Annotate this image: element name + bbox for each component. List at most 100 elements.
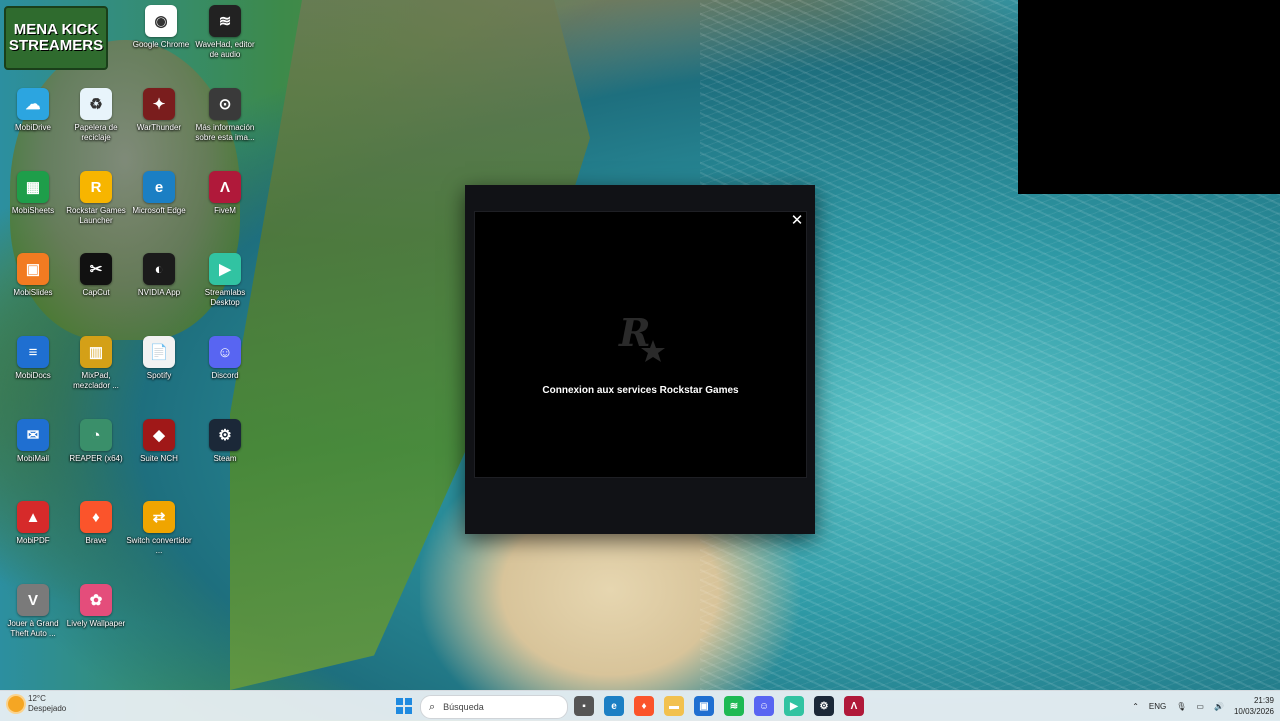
desktop-shortcut[interactable]: ▶ Streamlabs Desktop xyxy=(192,253,258,308)
desktop-shortcut[interactable]: ▦ MobiSheets xyxy=(0,171,66,216)
folder-task-icon[interactable]: ▬ xyxy=(664,696,684,716)
desktop-shortcut[interactable]: ✂ CapCut xyxy=(63,253,129,298)
desktop-shortcut-label: Papelera de reciclaje xyxy=(74,123,118,142)
desktop-shortcut-label: Rockstar Games Launcher xyxy=(66,206,126,225)
desktop-shortcut[interactable]: ◔ REAPER (x64) xyxy=(63,419,129,464)
desktop-shortcut-label: MobiMail xyxy=(16,454,49,463)
mobipdf-icon: ▲ xyxy=(17,501,49,533)
lively-icon: ✿ xyxy=(80,584,112,616)
volume-icon[interactable]: 🔊 xyxy=(1214,702,1224,711)
close-icon[interactable]: ✕ xyxy=(789,213,805,229)
desktop-shortcut[interactable]: ✉ MobiMail xyxy=(0,419,66,464)
edge-icon: e xyxy=(143,171,175,203)
store-task-icon[interactable]: ▣ xyxy=(694,696,714,716)
weather-desc: Despejado xyxy=(28,704,67,713)
search-placeholder: Búsqueda xyxy=(443,702,484,712)
fivem-task-icon[interactable]: Λ xyxy=(844,696,864,716)
desktop-shortcut[interactable]: ✿ Lively Wallpaper xyxy=(63,584,129,629)
desktop-shortcut-label: WarThunder xyxy=(136,123,182,132)
desktop-shortcut[interactable]: ♻ Papelera de reciclaje xyxy=(63,88,129,143)
black-overlay-window xyxy=(1018,0,1280,194)
wavepad-icon: ≋ xyxy=(209,5,241,37)
desktop-shortcut[interactable]: ▲ MobiPDF xyxy=(0,501,66,546)
desktop-shortcut[interactable]: 📄 Spotify xyxy=(126,336,192,381)
spotify-task-icon[interactable]: ≋ xyxy=(724,696,744,716)
desktop-shortcut[interactable]: ◐ NVIDIA App xyxy=(126,253,192,298)
reaper-icon: ◔ xyxy=(80,419,112,451)
desktop-shortcut[interactable]: ✦ WarThunder xyxy=(126,88,192,133)
desktop-shortcut[interactable]: ☁ MobiDrive xyxy=(0,88,66,133)
nvidia-icon: ◐ xyxy=(143,253,175,285)
desktop-shortcut[interactable]: ◉ Google Chrome xyxy=(128,5,194,50)
desktop-shortcut[interactable]: ⇄ Switch convertidor ... xyxy=(126,501,192,556)
desktop-shortcut[interactable]: ⚙ Steam xyxy=(192,419,258,464)
desktop-shortcut-label: Suite NCH xyxy=(140,454,178,463)
file-explorer-task-icon[interactable]: ▪ xyxy=(574,696,594,716)
fivem-icon: Λ xyxy=(209,171,241,203)
desktop-shortcut[interactable]: ⊙ Más información sobre esta ima... xyxy=(192,88,258,143)
desktop-shortcut[interactable]: ♦ Brave xyxy=(63,501,129,546)
streamlabs-icon: ▶ xyxy=(209,253,241,285)
rockstar-logo-icon: R xyxy=(618,310,665,362)
system-tray: ⌃ ENG 🎙 ▭ 🔊 21:39 10/03/2026 xyxy=(1132,691,1274,721)
desktop-shortcut-label: Brave xyxy=(85,536,107,545)
mobisheets-icon: ▦ xyxy=(17,171,49,203)
search-box[interactable]: ⌕ Búsqueda xyxy=(420,695,568,719)
weather-temp: 12°C xyxy=(28,694,46,703)
desktop-shortcut-label: MobiDrive xyxy=(14,123,51,132)
desktop-shortcut-label: Más información sobre esta ima... xyxy=(195,123,255,142)
desktop-shortcut-label: Switch convertidor ... xyxy=(126,536,192,555)
dialog-content: R Connexion aux services Rockstar Games xyxy=(474,211,807,478)
rockstar-icon: R xyxy=(80,171,112,203)
warthunder-icon: ✦ xyxy=(143,88,175,120)
recycle-bin-icon: ♻ xyxy=(80,88,112,120)
desktop-shortcut[interactable]: R Rockstar Games Launcher xyxy=(63,171,129,226)
nch-suite-icon: ◆ xyxy=(143,419,175,451)
desktop-shortcut[interactable]: Λ FiveM xyxy=(192,171,258,216)
start-button[interactable] xyxy=(396,698,412,714)
desktop-shortcut[interactable]: ☺ Discord xyxy=(192,336,258,381)
info-icon: ⊙ xyxy=(209,88,241,120)
desktop-shortcut[interactable]: ◆ Suite NCH xyxy=(126,419,192,464)
streamlabs-task-icon[interactable]: ▶ xyxy=(784,696,804,716)
desktop-shortcut-label: Microsoft Edge xyxy=(132,206,186,215)
brave-task-icon[interactable]: ♦ xyxy=(634,696,654,716)
mobidrive-icon: ☁ xyxy=(17,88,49,120)
desktop-shortcut[interactable]: V Jouer à Grand Theft Auto ... xyxy=(0,584,66,639)
steam-task-icon[interactable]: ⚙ xyxy=(814,696,834,716)
clock-date: 10/03/2026 xyxy=(1233,707,1274,716)
logo-line1: MENA KICK xyxy=(13,21,99,38)
edge-task-icon[interactable]: e xyxy=(604,696,624,716)
microphone-icon[interactable]: 🎙 xyxy=(1176,702,1186,711)
discord-icon: ☺ xyxy=(209,336,241,368)
steam-icon: ⚙ xyxy=(209,419,241,451)
network-icon[interactable]: ▭ xyxy=(1196,702,1204,711)
desktop-shortcut-label: MixPad, mezclador ... xyxy=(73,371,119,390)
language-indicator[interactable]: ENG xyxy=(1149,702,1166,711)
discord-task-icon[interactable]: ☺ xyxy=(754,696,774,716)
clock-time: 21:39 xyxy=(1253,696,1274,705)
desktop-shortcut-label: Lively Wallpaper xyxy=(66,619,126,628)
desktop-shortcut-label: MobiPDF xyxy=(16,536,50,545)
desktop-shortcut-label: Streamlabs Desktop xyxy=(204,288,246,307)
desktop-shortcut-label: MobiSlides xyxy=(13,288,53,297)
search-icon: ⌕ xyxy=(429,700,436,713)
mobidocs-icon: ≡ xyxy=(17,336,49,368)
chrome-icon: ◉ xyxy=(145,5,177,37)
desktop-shortcut[interactable]: e Microsoft Edge xyxy=(126,171,192,216)
gta-icon: V xyxy=(17,584,49,616)
desktop-shortcut-label: Discord xyxy=(211,371,239,380)
desktop-shortcut[interactable]: ≡ MobiDocs xyxy=(0,336,66,381)
chevron-up-icon[interactable]: ⌃ xyxy=(1132,702,1139,711)
desktop-shortcut[interactable]: ▥ MixPad, mezclador ... xyxy=(63,336,129,391)
taskbar: 12°C Despejado ⌕ Búsqueda ▪ e ♦ ▬ ▣ ≋ ☺ ▶ ⚙ Λ ⌃ E… xyxy=(0,690,1280,721)
desktop-shortcut[interactable]: ▣ MobiSlides xyxy=(0,253,66,298)
weather-widget[interactable]: 12°C Despejado xyxy=(8,694,66,714)
desktop-shortcut-label: MobiDocs xyxy=(15,371,51,380)
spotify-file-icon: 📄 xyxy=(143,336,175,368)
switch-converter-icon: ⇄ xyxy=(143,501,175,533)
desktop-shortcut[interactable]: ≋ WaveHad, editor de audio xyxy=(192,5,258,60)
desktop-shortcut-label: FiveM xyxy=(214,206,236,215)
clock[interactable]: 21:39 10/03/2026 xyxy=(1234,695,1274,717)
connection-message: Connexion aux services Rockstar Games xyxy=(542,385,739,396)
